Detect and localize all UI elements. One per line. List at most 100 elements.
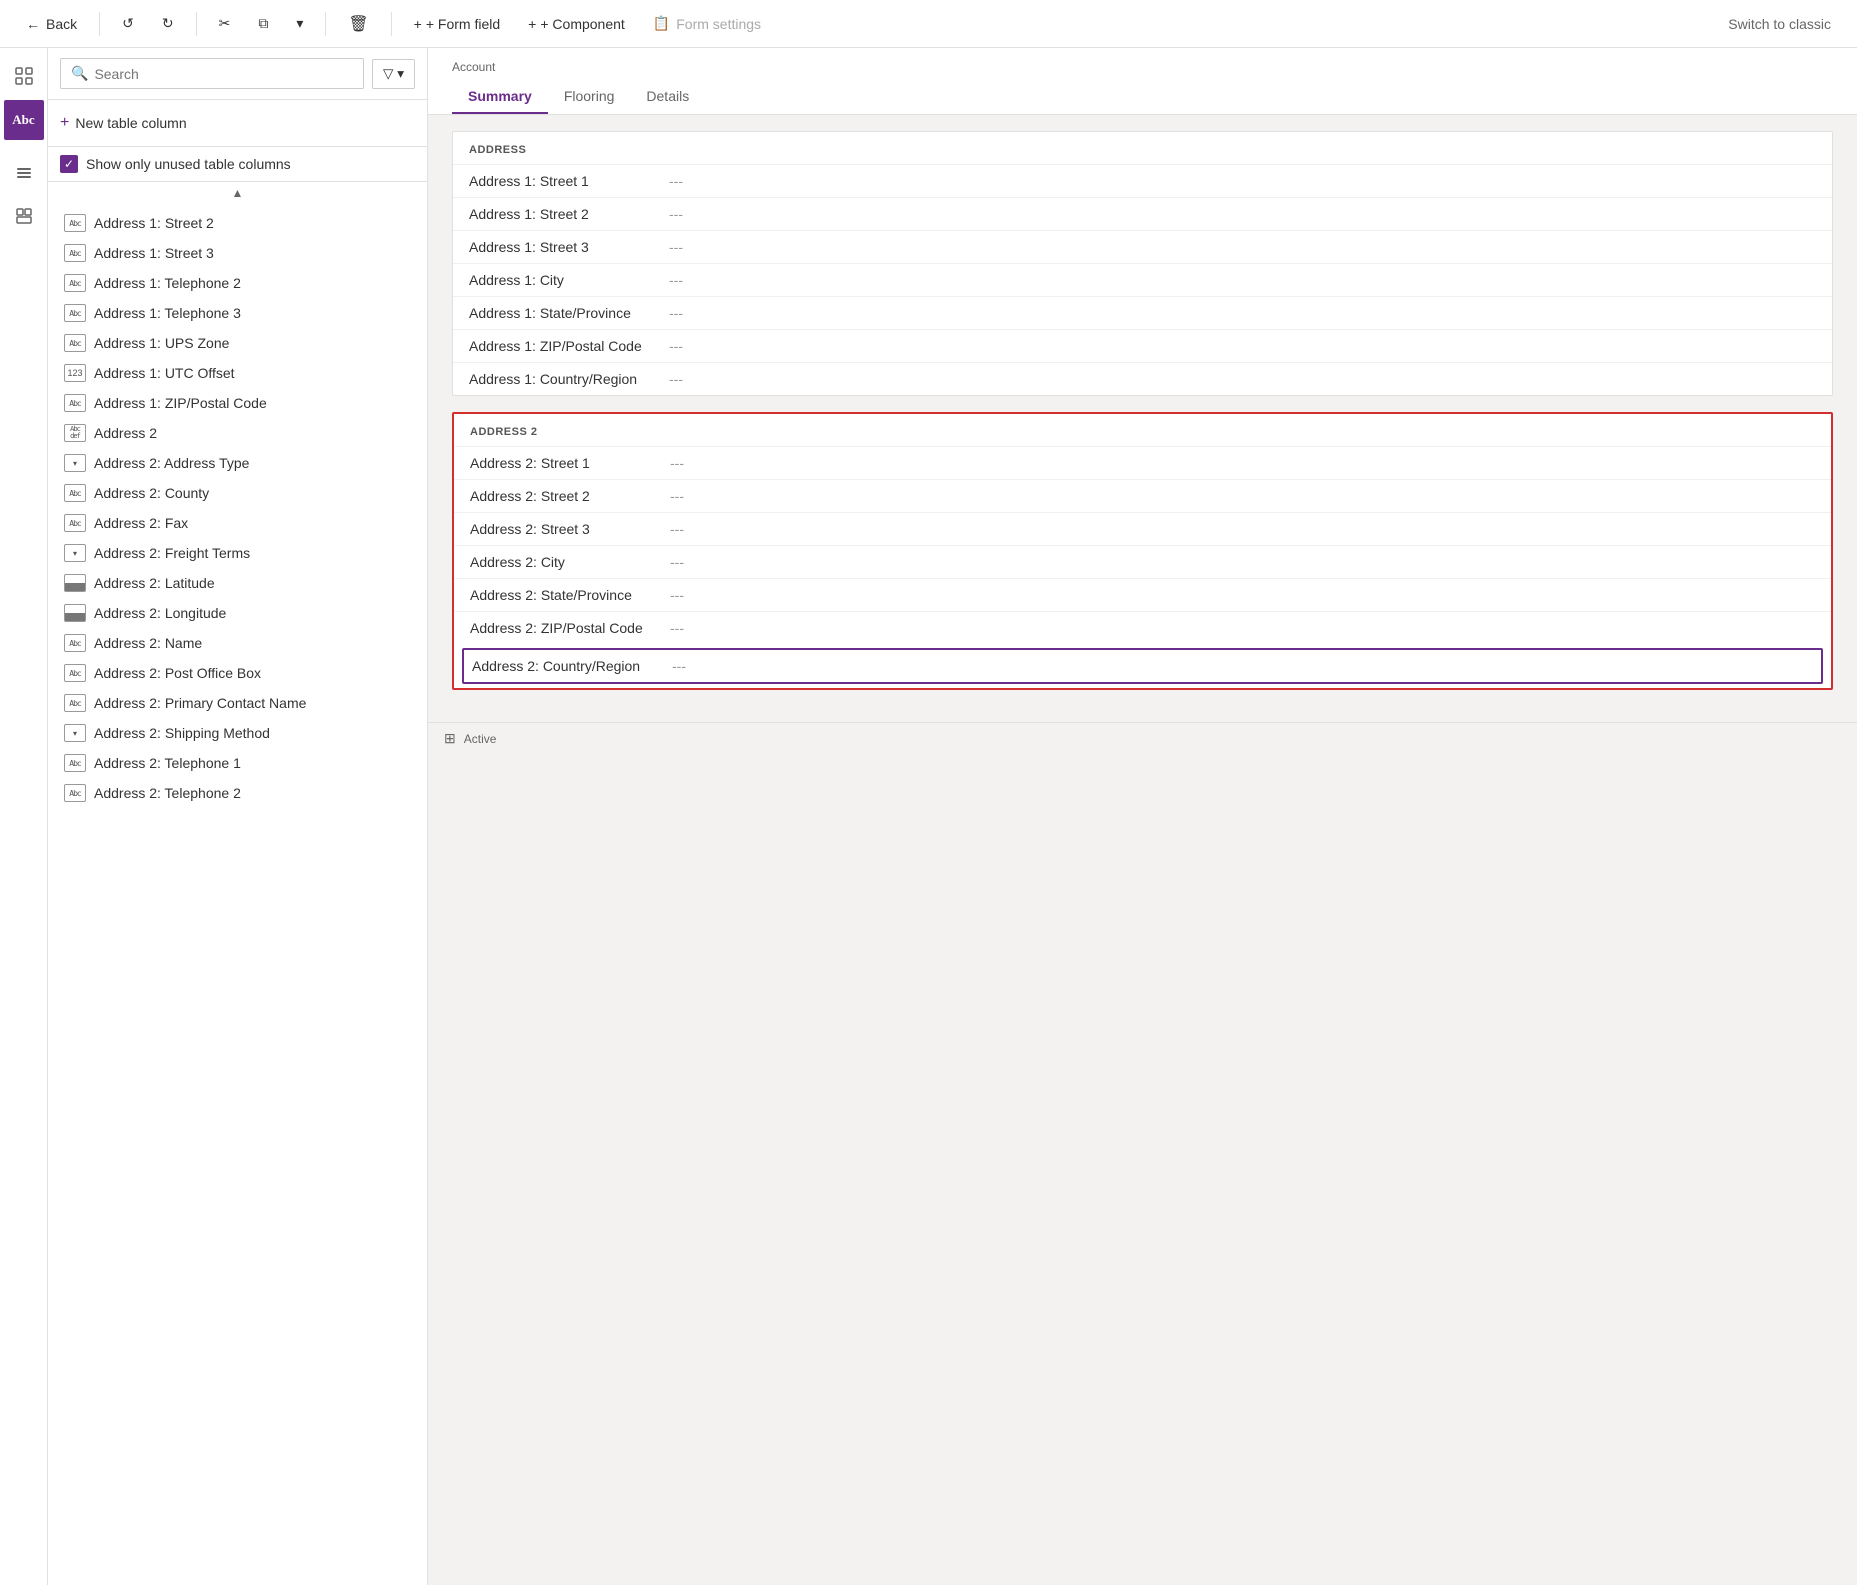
field-row-address2-2[interactable]: Address 2: Street 3--- bbox=[454, 512, 1831, 545]
sidebar-item-label-addr1-utc: Address 1: UTC Offset bbox=[94, 365, 235, 381]
selected-field-wrapper[interactable]: Address 2: Country/Region--- bbox=[462, 648, 1823, 684]
field-row-selected[interactable]: Address 2: Country/Region--- bbox=[464, 650, 1821, 682]
sidebar-item-addr1-tel2[interactable]: AbcAddress 1: Telephone 2 bbox=[48, 268, 427, 298]
sidebar-item-addr2-type[interactable]: ▾Address 2: Address Type bbox=[48, 448, 427, 478]
field-type-icon-addr2-lat bbox=[64, 574, 86, 592]
field-row-address-0[interactable]: Address 1: Street 1--- bbox=[453, 164, 1832, 197]
form-settings-button[interactable]: 📋 Form settings bbox=[643, 9, 771, 38]
sidebar-item-addr2-lat[interactable]: Address 2: Latitude bbox=[48, 568, 427, 598]
field-label: Address 1: Street 2 bbox=[469, 206, 669, 222]
sidebar-item-addr2[interactable]: AbcdefAddress 2 bbox=[48, 418, 427, 448]
icon-rail: Abc bbox=[0, 48, 48, 1585]
field-row-address2-4[interactable]: Address 2: State/Province--- bbox=[454, 578, 1831, 611]
sidebar-item-label-addr2-tel1: Address 2: Telephone 1 bbox=[94, 755, 241, 771]
sidebar-item-addr2-tel2-last[interactable]: AbcAddress 2: Telephone 2 bbox=[48, 778, 427, 808]
add-form-field-label: + Form field bbox=[426, 16, 500, 32]
undo-button[interactable]: ↺ bbox=[112, 9, 144, 38]
paste-icon: ⧉ bbox=[258, 15, 268, 32]
plus-icon-1: + bbox=[414, 16, 422, 32]
sidebar-item-addr2-name[interactable]: AbcAddress 2: Name bbox=[48, 628, 427, 658]
show-unused-checkbox-row[interactable]: Show only unused table columns bbox=[48, 147, 427, 182]
sidebar-item-addr1-street2[interactable]: AbcAddress 1: Street 2 bbox=[48, 208, 427, 238]
field-type-icon-addr1-tel2: Abc bbox=[64, 274, 86, 292]
rail-icon-layers[interactable] bbox=[4, 152, 44, 192]
filter-icon: ▽ bbox=[383, 66, 393, 82]
show-unused-label: Show only unused table columns bbox=[86, 156, 291, 172]
field-row-address2-3[interactable]: Address 2: City--- bbox=[454, 545, 1831, 578]
field-value: --- bbox=[669, 206, 683, 222]
field-value: --- bbox=[670, 587, 684, 603]
form-tabs: SummaryFlooringDetails bbox=[452, 80, 1833, 114]
delete-button[interactable]: 🗑 bbox=[338, 8, 378, 40]
rail-icon-text[interactable]: Abc bbox=[4, 100, 44, 140]
status-bar: ⊞ Active bbox=[428, 722, 1857, 754]
switch-classic-button[interactable]: Switch to classic bbox=[1718, 10, 1841, 38]
tab-flooring[interactable]: Flooring bbox=[548, 80, 631, 114]
field-value: --- bbox=[669, 305, 683, 321]
field-row-address2-1[interactable]: Address 2: Street 2--- bbox=[454, 479, 1831, 512]
paste-button[interactable]: ⧉ bbox=[248, 9, 278, 38]
redo-button[interactable]: ↻ bbox=[152, 9, 184, 38]
sidebar-item-addr2-pobox[interactable]: AbcAddress 2: Post Office Box bbox=[48, 658, 427, 688]
search-input[interactable] bbox=[94, 66, 353, 82]
field-row-address-2[interactable]: Address 1: Street 3--- bbox=[453, 230, 1832, 263]
delete-icon: 🗑 bbox=[348, 14, 368, 34]
sidebar-item-label-addr1-tel3: Address 1: Telephone 3 bbox=[94, 305, 241, 321]
sidebar-item-addr1-street3[interactable]: AbcAddress 1: Street 3 bbox=[48, 238, 427, 268]
scroll-arrow[interactable]: ▲ bbox=[48, 182, 427, 204]
sidebar-item-addr2-shipping[interactable]: ▾ Address 2: Shipping Method bbox=[48, 718, 427, 748]
separator-1 bbox=[99, 12, 100, 36]
field-type-icon-addr2-fax: Abc bbox=[64, 514, 86, 532]
field-type-icon-addr1-zip: Abc bbox=[64, 394, 86, 412]
sidebar-item-addr2-fax[interactable]: AbcAddress 2: Fax bbox=[48, 508, 427, 538]
field-label: Address 1: ZIP/Postal Code bbox=[469, 338, 669, 354]
sidebar-item-label-addr2-lat: Address 2: Latitude bbox=[94, 575, 215, 591]
field-row-address2-5[interactable]: Address 2: ZIP/Postal Code--- bbox=[454, 611, 1831, 644]
sidebar-search-row: 🔍 ▽ ▾ bbox=[48, 48, 427, 100]
sidebar-item-label-addr2-tel2-last: Address 2: Telephone 2 bbox=[94, 785, 241, 801]
rail-icon-grid[interactable] bbox=[4, 56, 44, 96]
add-form-field-button[interactable]: + + Form field bbox=[404, 10, 511, 38]
status-text: Active bbox=[464, 732, 497, 746]
field-label: Address 1: State/Province bbox=[469, 305, 669, 321]
field-type-icon-addr2-county: Abc bbox=[64, 484, 86, 502]
add-component-button[interactable]: + + Component bbox=[518, 10, 635, 38]
new-column-label: New table column bbox=[75, 115, 186, 131]
form-settings-icon: 📋 bbox=[653, 15, 670, 32]
add-component-label: + Component bbox=[540, 16, 624, 32]
new-column-button[interactable]: + New table column bbox=[60, 108, 187, 138]
sidebar-item-addr1-ups[interactable]: AbcAddress 1: UPS Zone bbox=[48, 328, 427, 358]
field-value: --- bbox=[672, 658, 686, 674]
sidebar-item-addr2-tel1[interactable]: AbcAddress 2: Telephone 1 bbox=[48, 748, 427, 778]
sidebar-item-addr2-county[interactable]: AbcAddress 2: County bbox=[48, 478, 427, 508]
filter-button[interactable]: ▽ ▾ bbox=[372, 59, 415, 89]
field-row-address-3[interactable]: Address 1: City--- bbox=[453, 263, 1832, 296]
field-row-address-6[interactable]: Address 1: Country/Region--- bbox=[453, 362, 1832, 395]
field-row-address-5[interactable]: Address 1: ZIP/Postal Code--- bbox=[453, 329, 1832, 362]
sidebar-item-addr1-tel3[interactable]: AbcAddress 1: Telephone 3 bbox=[48, 298, 427, 328]
plus-icon-2: + bbox=[528, 16, 536, 32]
back-button[interactable]: ← Back bbox=[16, 10, 87, 38]
show-unused-checkbox[interactable] bbox=[60, 155, 78, 173]
field-row-address2-0[interactable]: Address 2: Street 1--- bbox=[454, 446, 1831, 479]
sidebar-item-addr2-primary[interactable]: AbcAddress 2: Primary Contact Name bbox=[48, 688, 427, 718]
field-value: --- bbox=[670, 521, 684, 537]
field-row-address-4[interactable]: Address 1: State/Province--- bbox=[453, 296, 1832, 329]
search-box[interactable]: 🔍 bbox=[60, 58, 364, 89]
tab-summary[interactable]: Summary bbox=[452, 80, 548, 114]
sidebar-item-label-addr2-shipping: Address 2: Shipping Method bbox=[94, 725, 270, 741]
sidebar-item-addr1-zip[interactable]: AbcAddress 1: ZIP/Postal Code bbox=[48, 388, 427, 418]
section-title-address: ADDRESS bbox=[453, 132, 1832, 164]
field-type-icon-addr2-shipping: ▾ bbox=[64, 724, 86, 742]
sidebar-item-addr2-lon[interactable]: Address 2: Longitude bbox=[48, 598, 427, 628]
rail-icon-components[interactable] bbox=[4, 196, 44, 236]
sidebar-item-addr2-freight[interactable]: ▾Address 2: Freight Terms bbox=[48, 538, 427, 568]
tab-details[interactable]: Details bbox=[630, 80, 705, 114]
field-value: --- bbox=[670, 620, 684, 636]
section-address2: ADDRESS 2Address 2: Street 1---Address 2… bbox=[452, 412, 1833, 690]
sidebar-item-addr1-utc[interactable]: 123Address 1: UTC Offset bbox=[48, 358, 427, 388]
cut-button[interactable]: ✂ bbox=[209, 9, 241, 38]
sidebar-item-label-addr1-street2: Address 1: Street 2 bbox=[94, 215, 214, 231]
field-row-address-1[interactable]: Address 1: Street 2--- bbox=[453, 197, 1832, 230]
more-button[interactable]: ▾ bbox=[286, 9, 313, 38]
